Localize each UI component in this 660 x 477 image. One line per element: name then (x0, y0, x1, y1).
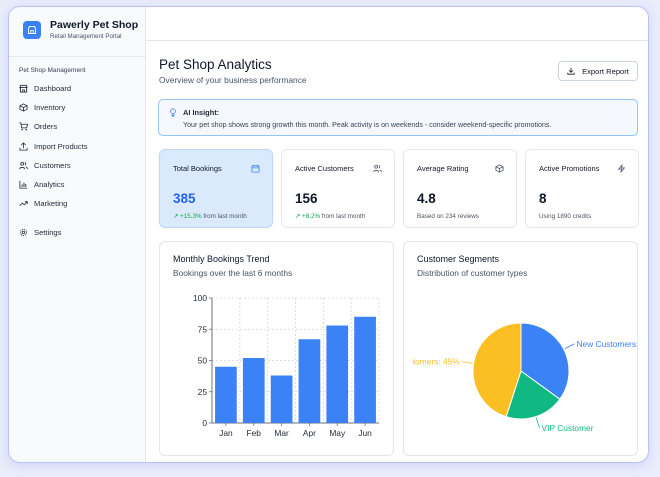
sidebar-item-label: Orders (34, 122, 58, 132)
sidebar-item-label: Analytics (34, 180, 65, 190)
sidebar-item-analytics[interactable]: Analytics (19, 175, 139, 194)
sidebar-item-label: Import Products (34, 141, 88, 151)
stat-footnote: ↗ +15.3% from last month (173, 213, 247, 220)
lightbulb-icon (170, 108, 176, 117)
stat-foot-text: Using 1890 credits (539, 213, 592, 220)
pie-label-leader (535, 417, 540, 429)
bookings-bar-chart: 0 25 50 75 100 Jan Feb Mar Apr May Jun (193, 293, 380, 438)
app-name: Pawerly Pet Shop (50, 19, 139, 31)
x-tick-label: Apr (303, 428, 316, 438)
y-tick-label: 100 (193, 293, 207, 303)
sidebar-section-label: Pet Shop Management (19, 67, 86, 74)
stat-value: 8 (539, 191, 547, 206)
divider (9, 56, 145, 57)
sidebar-item-import-products[interactable]: Import Products (19, 137, 139, 156)
sidebar-nav: Dashboard Inventory Orders Import Produc… (19, 79, 139, 243)
users-icon (373, 164, 382, 173)
y-tick-label: 25 (198, 387, 208, 397)
stat-value: 4.8 (417, 191, 436, 206)
stat-title: Active Promotions (539, 164, 600, 173)
sidebar-item-label: Settings (34, 228, 62, 238)
sidebar-item-label: Dashboard (34, 84, 72, 94)
trend-up-icon: ↗ (173, 213, 181, 220)
pie-label-leader (564, 343, 575, 350)
stat-value: 156 (295, 191, 318, 206)
bar[interactable] (242, 358, 265, 423)
main-content: Pet Shop Analytics Overview of your busi… (146, 41, 648, 462)
sidebar-item-label: Inventory (34, 103, 66, 113)
sidebar-item-label: Marketing (34, 199, 68, 209)
stat-trend: +15.3% (180, 213, 202, 220)
x-tick-label: Jan (219, 428, 233, 438)
users-icon (19, 161, 28, 170)
sidebar-item-label: Customers (34, 160, 71, 170)
stat-footnote: ↗ +8.2% from last month (295, 213, 365, 220)
stat-trend: +8.2% (302, 213, 321, 220)
app-subtitle: Retail Management Portal (50, 33, 122, 40)
stat-card-average-rating[interactable]: Average Rating 4.8 Based on 234 reviews (403, 149, 517, 228)
page-subtitle: Overview of your business performance (159, 75, 307, 85)
insight-title: AI Insight: (183, 108, 220, 117)
stat-card-active-promotions[interactable]: Active Promotions 8 Using 1890 credits (525, 149, 639, 228)
calendar-icon (251, 164, 260, 173)
pie-slice-label: tomers: 45% (413, 357, 461, 367)
trend-up-icon: ↗ (295, 213, 303, 220)
pie-label-leader (461, 361, 473, 364)
x-tick-label: May (329, 428, 346, 438)
sidebar-item-dashboard[interactable]: Dashboard (19, 79, 139, 98)
stat-foot-text: from last month (203, 213, 247, 220)
ai-insight-banner: AI Insight: Your pet shop shows strong g… (158, 99, 638, 136)
box-icon (19, 103, 28, 112)
sidebar-item-marketing[interactable]: Marketing (19, 194, 139, 213)
bar[interactable] (215, 366, 237, 423)
y-tick-label: 0 (202, 418, 207, 428)
stat-title: Total Bookings (173, 164, 222, 173)
cart-icon (19, 122, 28, 131)
stat-title: Average Rating (417, 164, 469, 173)
export-report-label: Export Report (582, 66, 629, 76)
monthly-bookings-panel: Monthly Bookings Trend Bookings over the… (159, 241, 394, 456)
y-tick-label: 50 (198, 356, 208, 366)
stat-foot-text: from last month (321, 213, 366, 220)
stat-foot-text: Based on 234 reviews (417, 213, 479, 220)
insight-text: Your pet shop shows strong growth this m… (183, 121, 552, 129)
stat-card-active-customers[interactable]: Active Customers 156 ↗ +8.2% from last m… (281, 149, 395, 228)
zap-icon (617, 164, 626, 173)
cube-icon (495, 164, 504, 173)
bar[interactable] (270, 375, 293, 424)
download-icon (567, 67, 575, 75)
page-title: Pet Shop Analytics (159, 57, 272, 72)
x-tick-label: Jun (358, 428, 372, 438)
store-icon (19, 84, 28, 93)
sidebar-item-settings[interactable]: Settings (19, 223, 139, 242)
stat-card-total-bookings[interactable]: Total Bookings 385 ↗ +15.3% from last mo… (159, 149, 273, 228)
sidebar: Pawerly Pet Shop Retail Management Porta… (9, 7, 146, 462)
bar[interactable] (298, 339, 321, 423)
sidebar-item-inventory[interactable]: Inventory (19, 98, 139, 117)
stat-title: Active Customers (295, 164, 354, 173)
segments-pie-chart: New Customers: 35 VIP Customer tomers: 45% (413, 322, 638, 433)
trending-up-icon (19, 201, 28, 207)
app-window: Pawerly Pet Shop Retail Management Porta… (8, 6, 649, 463)
x-tick-label: Mar (274, 428, 289, 438)
pie-slice-label: New Customers: 35 (576, 339, 638, 349)
bar[interactable] (354, 316, 376, 423)
brand: Pawerly Pet Shop Retail Management Porta… (23, 19, 138, 40)
customer-segments-panel: Customer Segments Distribution of custom… (403, 241, 638, 456)
shop-logo-icon (23, 20, 41, 39)
y-tick-label: 75 (198, 324, 208, 334)
upload-icon (19, 141, 28, 151)
gear-icon (20, 229, 27, 237)
sidebar-item-customers[interactable]: Customers (19, 156, 139, 175)
sidebar-item-orders[interactable]: Orders (19, 117, 139, 136)
x-tick-label: Feb (247, 428, 262, 438)
pie-slice-label: VIP Customer (542, 423, 594, 433)
stat-value: 385 (173, 191, 196, 206)
top-bar (146, 7, 648, 41)
bar[interactable] (326, 325, 349, 424)
bar-chart-icon (19, 180, 28, 189)
export-report-button[interactable]: Export Report (558, 61, 638, 81)
